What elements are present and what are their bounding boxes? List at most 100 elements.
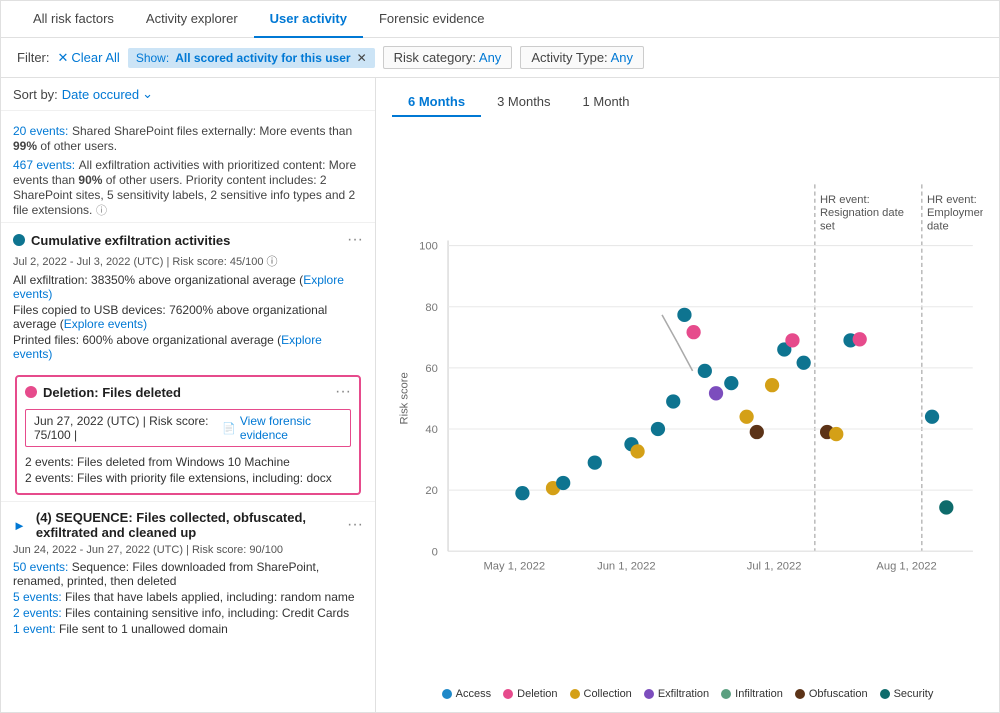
forensic-evidence-box: Jun 27, 2022 (UTC) | Risk score: 75/100 … (25, 409, 351, 447)
legend-deletion: Deletion (503, 688, 557, 700)
top-tabs: All risk factors Activity explorer User … (1, 1, 999, 38)
legend-infiltration-dot (721, 689, 731, 699)
dot-collection-2[interactable] (630, 444, 644, 458)
chip-close-button[interactable]: ✕ (357, 51, 367, 65)
dot-access-7[interactable] (724, 376, 738, 390)
legend-exfiltration-dot (644, 689, 654, 699)
cumulative-title: Cumulative exfiltration activities (13, 233, 230, 248)
tab-activity-explorer[interactable]: Activity explorer (130, 1, 254, 38)
legend-access-label: Access (456, 688, 491, 700)
info-icon[interactable]: ⓘ (96, 205, 107, 217)
legend-infiltration-label: Infiltration (735, 688, 783, 700)
events-5-link[interactable]: 5 events: (13, 590, 62, 604)
explore-events-link-2[interactable]: Explore events) (64, 317, 147, 331)
legend-security: Security (880, 688, 934, 700)
activity-type-filter[interactable]: Activity Type: Any (520, 46, 644, 69)
deletion-detail-1: 2 events: Files deleted from Windows 10 … (25, 455, 351, 469)
forensic-icon: 📄 (222, 422, 236, 435)
legend-collection: Collection (570, 688, 632, 700)
events-20-link[interactable]: 20 events: (13, 124, 68, 138)
deletion-card-wrapper: Deletion: Files deleted ··· Jun 27, 2022… (7, 375, 369, 495)
chevron-down-icon: ⌄ (142, 86, 153, 102)
sort-by-label: Sort by: (13, 87, 58, 102)
hr-label-2-line1: HR event: (927, 194, 977, 206)
filter-bar: Filter: ✕ Clear All Show: All scored act… (1, 38, 999, 78)
sort-value[interactable]: Date occured ⌄ (62, 86, 153, 102)
dot-collection-3[interactable] (739, 410, 753, 424)
exfiltration-detail-1: All exfiltration: 38350% above organizat… (13, 273, 363, 301)
events-50-link[interactable]: 50 events: (13, 560, 68, 574)
dot-access-1[interactable] (515, 486, 529, 500)
deletion-meta-text: Jun 27, 2022 (UTC) | Risk score: 75/100 … (34, 414, 218, 442)
dot-collection-4[interactable] (765, 378, 779, 392)
sequence-detail-3: 2 events: Files containing sensitive inf… (13, 606, 363, 620)
chart-legend: Access Deletion Collection Exfiltration … (392, 682, 983, 702)
tab-3months[interactable]: 3 Months (481, 88, 566, 117)
dot-access-2[interactable] (556, 476, 570, 490)
risk-category-filter[interactable]: Risk category: Any (383, 46, 513, 69)
meta-info-icon[interactable]: ⓘ (267, 256, 278, 268)
tab-1month[interactable]: 1 Month (567, 88, 646, 117)
events-467-link[interactable]: 467 events: (13, 158, 75, 172)
dot-access-9[interactable] (797, 356, 811, 370)
dot-access-connected-2[interactable] (698, 364, 712, 378)
explore-events-link-3[interactable]: Explore events) (13, 333, 322, 361)
tab-6months[interactable]: 6 Months (392, 88, 481, 117)
chart-container: HR event: Resignation date set HR event:… (392, 125, 983, 682)
tab-all-risk[interactable]: All risk factors (17, 1, 130, 38)
legend-infiltration: Infiltration (721, 688, 783, 700)
sequence-title: ► (4) SEQUENCE: Files collected, obfusca… (13, 510, 347, 540)
tab-forensic-evidence[interactable]: Forensic evidence (363, 1, 501, 38)
legend-exfiltration-label: Exfiltration (658, 688, 709, 700)
sequence-expand-button[interactable]: ► (13, 518, 26, 533)
legend-obfuscation: Obfuscation (795, 688, 868, 700)
dot-access-5[interactable] (651, 422, 665, 436)
y-axis-label: Risk score (398, 372, 410, 424)
hr-label-1-line1: HR event: (820, 194, 870, 206)
dot-access-6[interactable] (666, 394, 680, 408)
hr-label-2-line2: Employment end (927, 207, 983, 219)
dot-collection-5[interactable] (829, 427, 843, 441)
legend-security-dot (880, 689, 890, 699)
dot-access-3[interactable] (588, 455, 602, 469)
x-label-jun: Jun 1, 2022 (597, 561, 655, 573)
sequence-detail-2: 5 events: Files that have labels applied… (13, 590, 363, 604)
hr-label-1-line3: set (820, 220, 836, 232)
dot-deletion-2[interactable] (785, 333, 799, 347)
deletion-more-options-button[interactable]: ··· (335, 383, 351, 401)
connect-line-1 (662, 315, 677, 343)
sequence-more-options-button[interactable]: ··· (347, 516, 363, 534)
tab-user-activity[interactable]: User activity (254, 1, 363, 38)
legend-access-dot (442, 689, 452, 699)
sort-bar[interactable]: Sort by: Date occured ⌄ (1, 78, 375, 111)
sequence-detail-1: 50 events: Sequence: Files downloaded fr… (13, 560, 363, 588)
dot-access-connected-1[interactable] (677, 308, 691, 322)
y-tick-60: 60 (425, 363, 437, 375)
left-panel: Sort by: Date occured ⌄ 20 events: Share… (1, 78, 376, 712)
dot-exfiltration-1[interactable] (709, 386, 723, 400)
events-2-link[interactable]: 2 events: (13, 606, 62, 620)
dot-deletion-1[interactable] (686, 325, 700, 339)
more-options-button[interactable]: ··· (347, 231, 363, 249)
deletion-detail-2: 2 events: Files with priority file exten… (25, 471, 351, 485)
events-1-link[interactable]: 1 event: (13, 622, 56, 636)
chip-show-value: All scored activity for this user (175, 51, 350, 65)
dot-security-1[interactable] (939, 500, 953, 514)
clear-all-button[interactable]: ✕ Clear All (58, 50, 120, 66)
x-label-jul: Jul 1, 2022 (747, 561, 802, 573)
legend-collection-dot (570, 689, 580, 699)
dot-access-11[interactable] (925, 410, 939, 424)
activity-type-value: Any (611, 50, 633, 65)
exfiltration-detail-3: Printed files: 600% above organizational… (13, 333, 363, 361)
sequence-card: ► (4) SEQUENCE: Files collected, obfusca… (1, 501, 375, 646)
y-tick-80: 80 (425, 302, 437, 314)
filter-label: Filter: (17, 50, 50, 65)
header-event-2: 467 events: All exfiltration activities … (13, 157, 363, 218)
view-forensic-evidence-link[interactable]: View forensic evidence (240, 414, 342, 442)
dot-deletion-3[interactable] (853, 332, 867, 346)
right-panel: 6 Months 3 Months 1 Month HR event: Resi… (376, 78, 999, 712)
explore-events-link-1[interactable]: Explore events) (13, 273, 344, 301)
x-label-may: May 1, 2022 (483, 561, 545, 573)
dot-obfuscation-1[interactable] (750, 425, 764, 439)
main-container: All risk factors Activity explorer User … (0, 0, 1000, 713)
